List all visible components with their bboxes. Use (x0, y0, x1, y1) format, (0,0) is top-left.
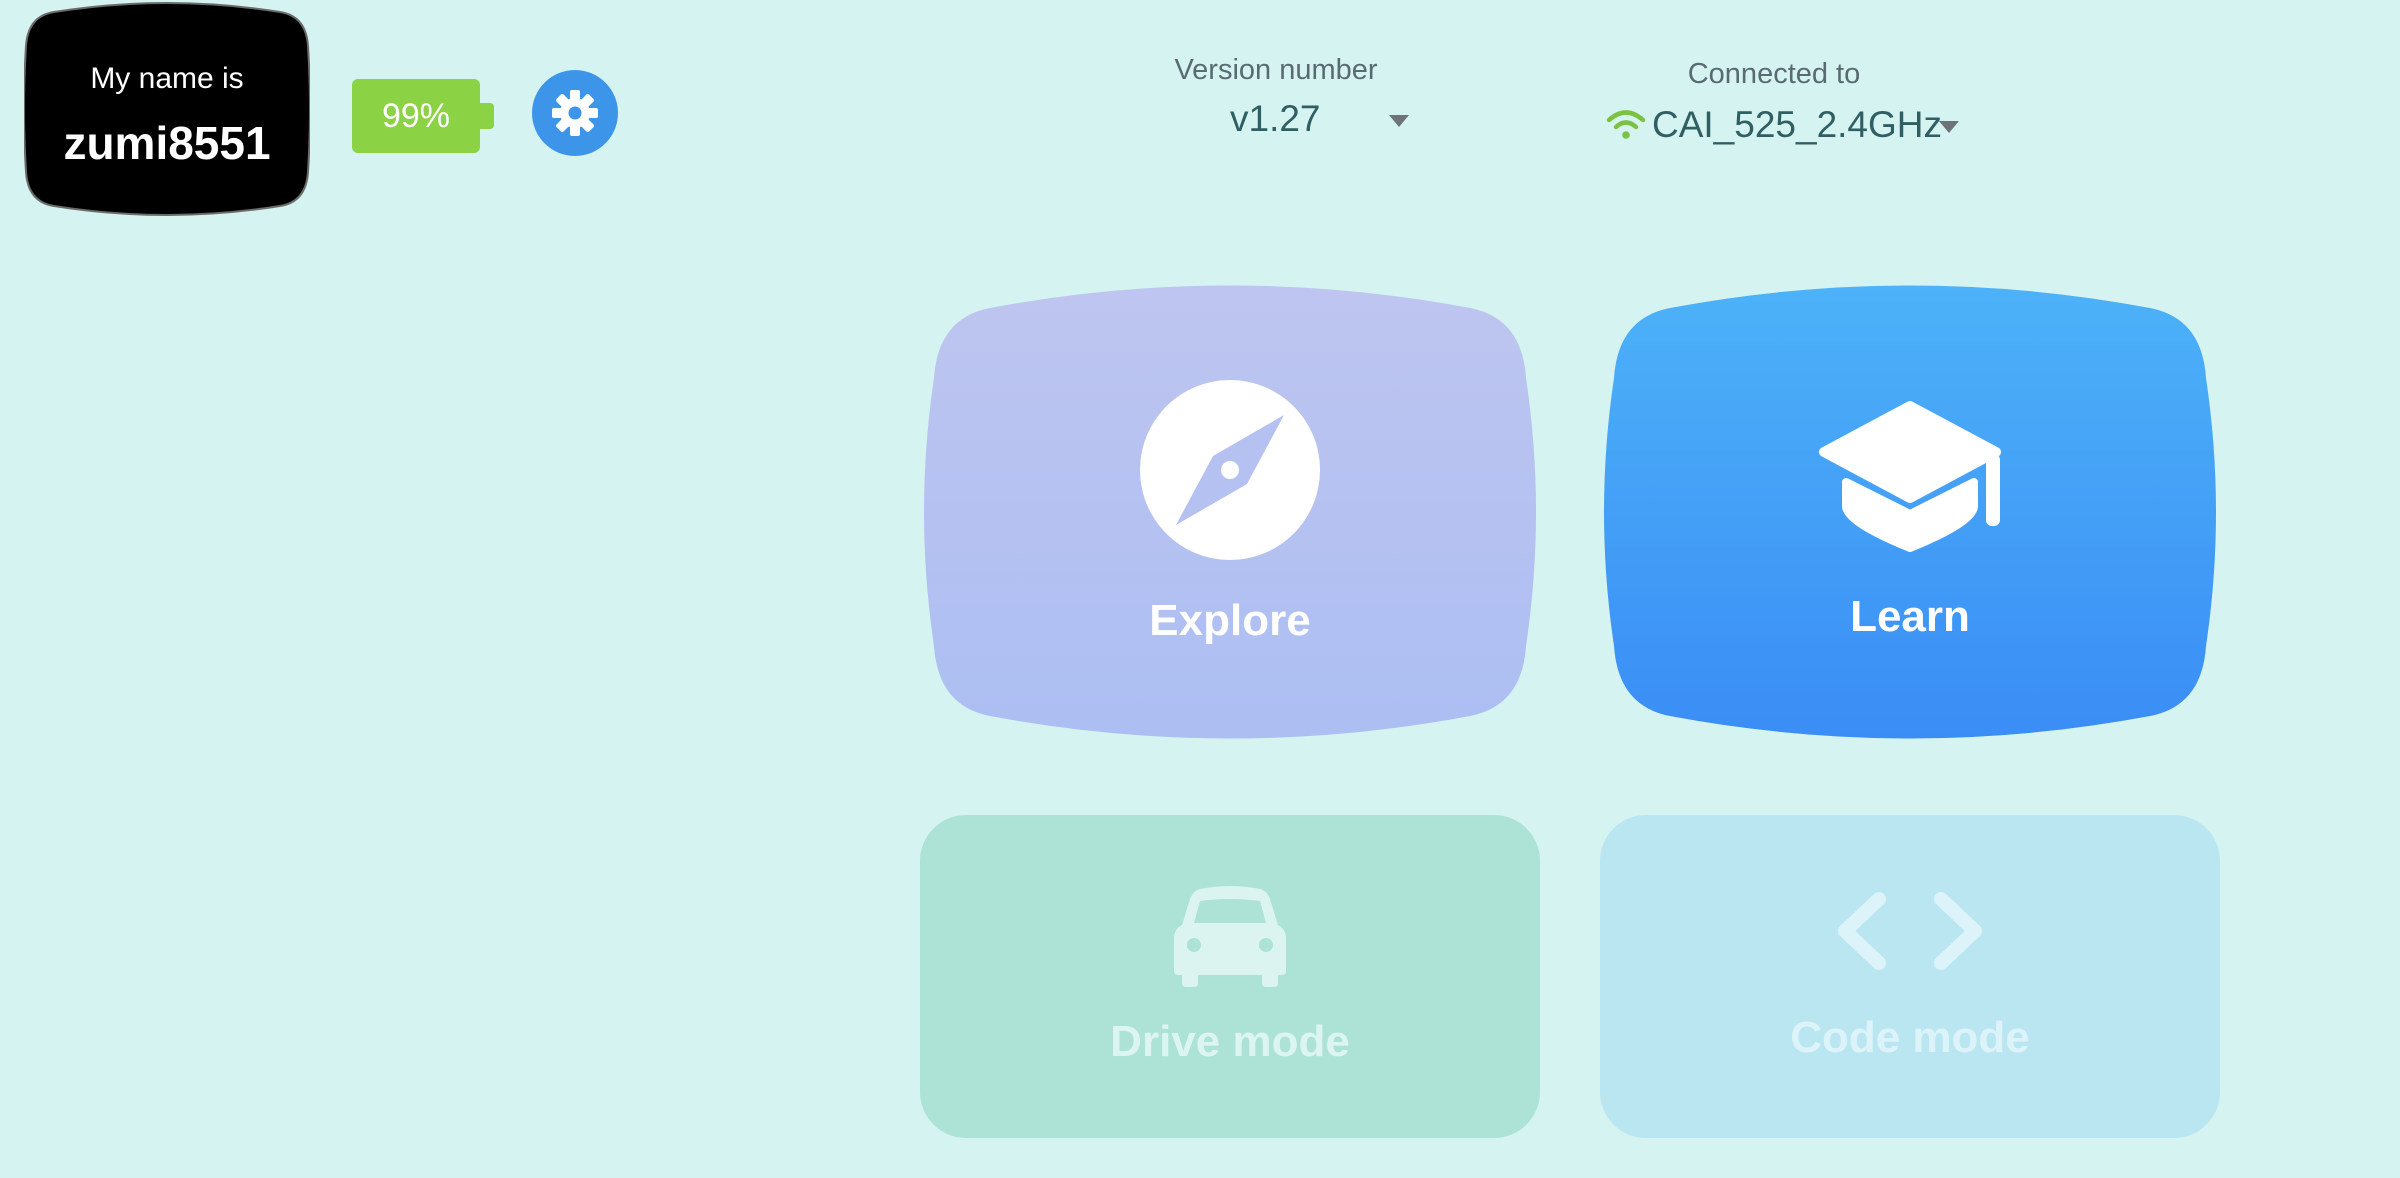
battery-tip (480, 103, 494, 129)
settings-button[interactable] (532, 70, 618, 156)
code-mode-button[interactable]: Code mode (1600, 815, 2220, 1138)
battery-indicator: 99% (352, 79, 494, 153)
car-icon (1174, 886, 1286, 987)
drive-label: Drive mode (1110, 1017, 1350, 1066)
code-brackets-icon (1838, 892, 1982, 970)
gear-icon (552, 90, 598, 136)
explore-label: Explore (1149, 596, 1311, 645)
robot-name: zumi8551 (63, 117, 271, 169)
version-value: v1.27 (1230, 98, 1321, 139)
explore-mode-button[interactable]: Explore (920, 278, 1540, 746)
compass-icon (1140, 380, 1320, 560)
wifi-icon (1606, 110, 1646, 139)
network-name: CAI_525_2.4GHz (1652, 104, 1943, 145)
version-label: Version number (1174, 54, 1378, 86)
learn-mode-button[interactable]: Learn (1600, 278, 2220, 746)
version-dropdown[interactable]: v1.27 (1200, 96, 1420, 146)
code-label: Code mode (1790, 1013, 2030, 1062)
battery-percent: 99% (381, 97, 451, 135)
name-badge-background (24, 2, 310, 216)
caret-down-icon (1389, 115, 1409, 127)
drive-mode-button[interactable]: Drive mode (920, 815, 1540, 1138)
learn-label: Learn (1850, 592, 1970, 641)
caret-down-icon (1939, 121, 1959, 133)
robot-name-badge: My name is zumi8551 (24, 2, 310, 216)
network-dropdown[interactable]: CAI_525_2.4GHz (1604, 100, 1974, 154)
name-badge-label: My name is (90, 62, 244, 95)
connection-label: Connected to (1687, 58, 1861, 90)
graduation-cap-icon (1819, 401, 2001, 552)
